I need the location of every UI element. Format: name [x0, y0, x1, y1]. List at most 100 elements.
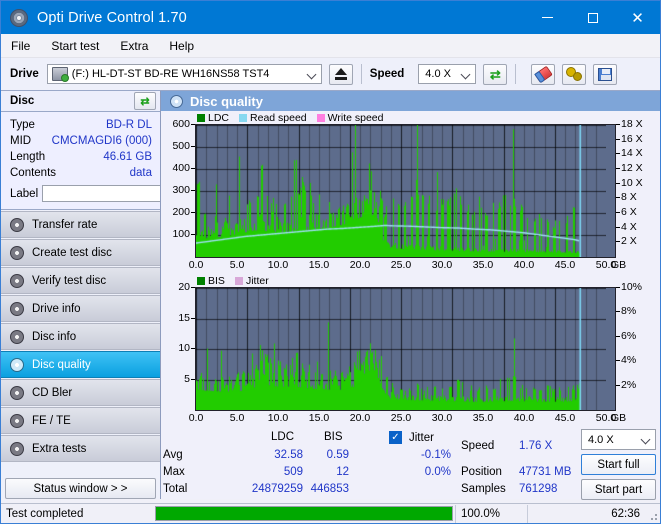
drive-select[interactable]: (F:) HL-DT-ST BD-RE WH16NS58 TST4	[46, 64, 322, 84]
legend-item-ldc: LDC	[197, 112, 229, 124]
stats-total-ldc: 24879259	[251, 483, 303, 495]
minimize-button[interactable]	[525, 1, 570, 34]
chart-ldc-y2-axis: 2 X 4 X 6 X 8 X 10 X 12 X 14 X 16 X 18 X	[616, 118, 660, 258]
disc-row-type: Type BD-R DL	[10, 117, 152, 133]
gears-icon	[566, 67, 583, 81]
app-window: Opti Drive Control 1.70 ✕ File Start tes…	[0, 0, 661, 524]
jitter-label: Jitter	[409, 432, 434, 444]
axis-tick	[616, 226, 620, 228]
toolbar-separator-1	[360, 64, 362, 84]
disc-value-contents: data	[129, 167, 152, 179]
legend-item-bis: BIS	[197, 275, 225, 287]
sidebar-item-create-test-disc[interactable]: Create test disc	[1, 239, 160, 266]
sidebar-item-extra-tests[interactable]: Extra tests	[1, 435, 160, 462]
status-window-button[interactable]: Status window > >	[5, 478, 156, 499]
sidebar-item-label: Extra tests	[32, 442, 87, 455]
axis-tick-label: 15	[178, 311, 190, 324]
axis-tick	[616, 182, 620, 184]
stats-row-avg: Avg	[163, 449, 183, 461]
axis-tick-label: 5.0	[229, 259, 245, 271]
legend-label-read-speed: Read speed	[250, 111, 307, 124]
disc-info-panel: Type BD-R DL MID CMCMAGDI6 (000) Length …	[1, 112, 245, 210]
axis-tick-label: 45.0	[554, 259, 576, 271]
axis-tick	[616, 153, 620, 155]
eject-button[interactable]	[328, 63, 353, 85]
chevron-down-icon	[306, 69, 317, 80]
window-controls: ✕	[525, 1, 660, 34]
speed-select-value: 4.0 X	[425, 68, 451, 80]
disc-key-length: Length	[10, 151, 46, 163]
refresh-button[interactable]: ⇄	[483, 63, 508, 85]
save-button[interactable]	[593, 63, 618, 85]
axis-tick	[616, 241, 620, 243]
close-button[interactable]: ✕	[615, 1, 660, 34]
legend-swatch-read-speed	[239, 113, 248, 122]
chart-bis: BIS Jitter 5 10 15 20 2% 4% 6% 8% 10% 0.0 5.0 10.…	[161, 274, 660, 427]
chevron-down-icon	[640, 434, 651, 445]
disc-label-caption: Label	[10, 187, 39, 200]
chart-bis-plot	[195, 287, 616, 411]
sidebar-item-label: FE / TE	[32, 414, 71, 427]
legend-label-jitter: Jitter	[245, 274, 269, 287]
sidebar-item-label: Drive info	[32, 302, 81, 315]
start-part-button[interactable]: Start part	[581, 479, 656, 500]
status-bar: Test completed 100.0% 62:36	[1, 503, 660, 523]
sidebar-item-drive-info[interactable]: Drive info	[1, 295, 160, 322]
axis-tick-label: 30.0	[431, 412, 453, 424]
disc-panel-title: Disc	[10, 95, 35, 107]
menu-bar: File Start test Extra Help	[1, 34, 660, 58]
sidebar-item-cd-bler[interactable]: CD Bler	[1, 379, 160, 406]
menu-item-extra[interactable]: Extra	[120, 39, 148, 53]
axis-tick-label: 35.0	[472, 259, 494, 271]
axis-tick-label: 300	[172, 184, 190, 196]
chart-ldc-x-axis: 0.0 5.0 10.0 15.0 20.0 25.0 30.0 35.0 40.0 45.0 50…	[189, 258, 626, 274]
drive-label: Drive	[10, 68, 39, 80]
axis-tick-label: 10.0	[267, 259, 289, 271]
axis-tick-label: 30.0	[431, 259, 453, 271]
menu-item-start-test[interactable]: Start test	[51, 39, 99, 53]
test-speed-value: 4.0 X	[588, 433, 614, 446]
sidebar-item-transfer-rate[interactable]: Transfer rate	[1, 211, 160, 238]
disc-quality-icon	[170, 94, 183, 108]
drive-icon	[51, 67, 69, 82]
menu-item-help[interactable]: Help	[169, 39, 194, 53]
legend-item-jitter: Jitter	[234, 274, 269, 287]
sidebar-item-label: Disc info	[32, 330, 77, 343]
menu-item-file[interactable]: File	[11, 39, 30, 53]
axis-tick-label: 6%	[621, 329, 637, 342]
axis-tick-label: 500	[172, 140, 190, 152]
axis-tick	[616, 197, 620, 199]
speed-stat-label: Speed	[461, 440, 495, 452]
settings-button[interactable]	[562, 63, 587, 85]
sidebar-item-fe-te[interactable]: FE / TE	[1, 407, 160, 434]
speed-select[interactable]: 4.0 X	[418, 64, 477, 84]
disc-refresh-button[interactable]: ⇄	[134, 92, 156, 110]
disc-quality-icon	[10, 357, 24, 372]
axis-tick-label: 20	[178, 281, 190, 293]
status-message: Test completed	[6, 507, 84, 520]
axis-tick	[616, 384, 620, 386]
position-value: 47731 MB	[519, 466, 572, 478]
refresh-icon: ⇄	[140, 95, 150, 108]
sidebar-item-label: Transfer rate	[32, 218, 98, 231]
test-speed-select[interactable]: 4.0 X	[581, 429, 656, 450]
start-full-button[interactable]: Start full	[581, 454, 656, 475]
minimize-icon	[542, 16, 553, 19]
main-body: Disc ⇄ Type BD-R DL MID CMCMAGDI6 (000) …	[1, 91, 660, 500]
maximize-button[interactable]	[570, 1, 615, 34]
title-bar: Opti Drive Control 1.70 ✕	[1, 1, 660, 34]
sidebar-footer: Status window > >	[1, 473, 160, 499]
resize-grip[interactable]	[645, 508, 657, 520]
jitter-checkbox[interactable]: ✓	[389, 431, 402, 444]
axis-tick	[616, 212, 620, 213]
cd-bler-icon	[10, 385, 24, 400]
progress-percent: 100.0%	[455, 504, 527, 523]
sidebar-item-disc-info[interactable]: Disc info	[1, 323, 160, 350]
erase-button[interactable]	[531, 63, 556, 85]
elapsed-time: 62:36	[527, 504, 645, 523]
chart-ldc: LDC Read speed Write speed 100 200 300 400 5…	[161, 111, 660, 274]
axis-tick-label: 20.0	[349, 259, 371, 271]
sidebar-item-disc-quality[interactable]: Disc quality	[1, 351, 160, 378]
sidebar-item-label: CD Bler	[32, 386, 73, 399]
sidebar-item-verify-test-disc[interactable]: Verify test disc	[1, 267, 160, 294]
